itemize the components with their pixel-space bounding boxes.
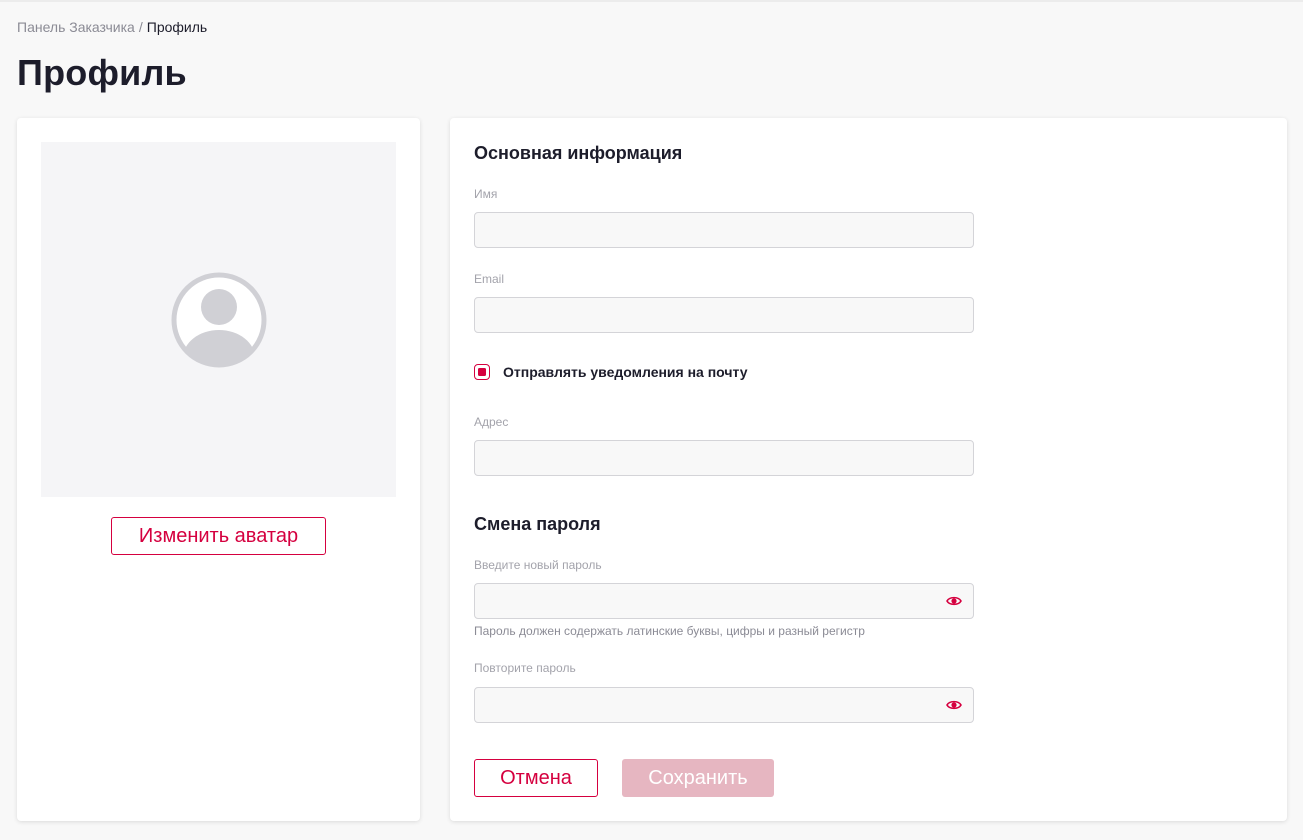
address-label: Адрес: [474, 415, 509, 429]
profile-form-card: Основная информация Имя Email Отправлять…: [450, 118, 1287, 821]
avatar-preview: [41, 142, 396, 497]
change-avatar-button[interactable]: Изменить аватар: [111, 517, 326, 555]
new-password-label: Введите новый пароль: [474, 558, 602, 572]
eye-icon: [946, 700, 962, 710]
save-button[interactable]: Сохранить: [622, 759, 774, 797]
top-divider: [0, 0, 1303, 2]
new-password-input[interactable]: [474, 583, 974, 619]
name-label: Имя: [474, 187, 498, 201]
email-input[interactable]: [474, 297, 974, 333]
breadcrumb-current: Профиль: [146, 19, 208, 35]
breadcrumb: Панель Заказчика / Профиль: [17, 19, 207, 35]
repeat-password-input[interactable]: [474, 687, 974, 723]
page-title: Профиль: [17, 52, 187, 93]
toggle-repeat-password-visibility[interactable]: [943, 694, 965, 716]
eye-icon: [946, 596, 962, 606]
email-label: Email: [474, 272, 505, 286]
notify-email-label[interactable]: Отправлять уведомления на почту: [503, 364, 748, 380]
section-title-basic-info: Основная информация: [474, 143, 683, 163]
password-requirements-hint: Пароль должен содержать латинские буквы,…: [474, 624, 865, 638]
notify-email-option: Отправлять уведомления на почту: [474, 364, 748, 380]
repeat-password-label: Повторите пароль: [474, 661, 576, 675]
cancel-button[interactable]: Отмена: [474, 759, 598, 797]
avatar-card: Изменить аватар: [17, 118, 420, 821]
section-title-password: Смена пароля: [474, 514, 601, 534]
breadcrumb-separator: /: [138, 19, 143, 35]
breadcrumb-link-dashboard[interactable]: Панель Заказчика: [17, 19, 135, 35]
address-input[interactable]: [474, 440, 974, 476]
name-input[interactable]: [474, 212, 974, 248]
notify-email-checkbox[interactable]: [474, 364, 490, 380]
checkbox-checked-mark: [478, 368, 486, 376]
toggle-new-password-visibility[interactable]: [943, 590, 965, 612]
user-avatar-icon: [171, 272, 266, 367]
